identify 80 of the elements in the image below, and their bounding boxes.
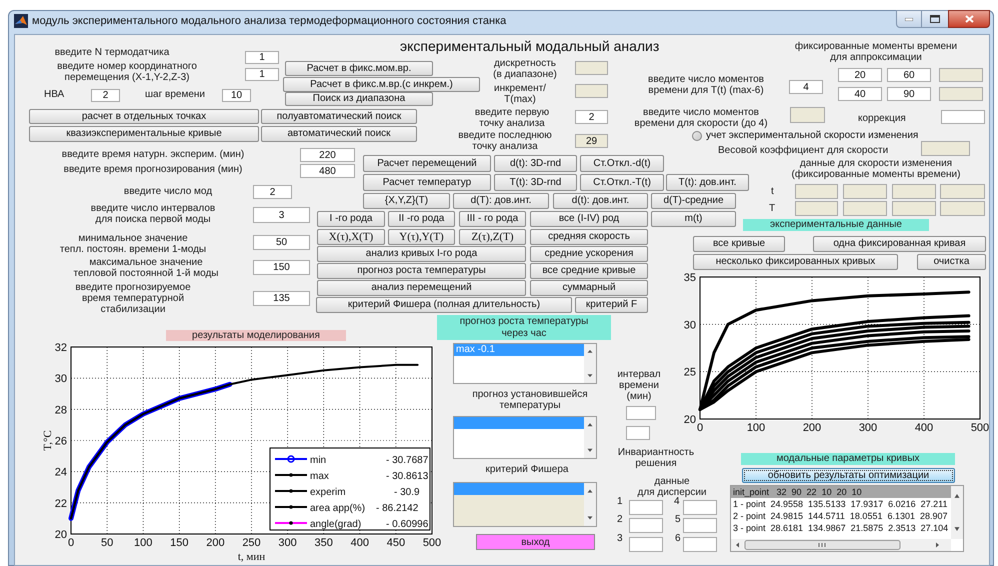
legend-value: - 86.2142	[376, 503, 418, 514]
tick-label: 30	[684, 319, 696, 332]
section-header: экспериментальные данные	[743, 219, 929, 231]
field-label: введите число мод	[122, 186, 214, 197]
tick-label: 50	[100, 537, 114, 549]
field-label: фиксированные моменты времени для аппроксимации	[794, 41, 958, 63]
window-title: модуль экспериментального модального анализа термодеформационного состояния станка	[32, 15, 506, 28]
legend-label: experim	[310, 487, 346, 498]
tick-label: 22	[54, 498, 67, 510]
tick-label: 400	[914, 422, 934, 434]
field-label: введите время прогнозирования (мин)	[62, 164, 244, 175]
tick-label: 500	[422, 537, 442, 549]
section-header: модальные параметры кривых	[741, 453, 955, 465]
legend-value: - 30.7687	[386, 455, 428, 466]
field-label: коррекция	[858, 113, 906, 124]
tick-label: 25	[684, 366, 696, 379]
legend-label: angle(grad)	[310, 519, 362, 530]
radio-label: учет экспериментальной скорости изменения	[706, 130, 918, 142]
tick-label: 24	[54, 466, 67, 479]
field-label: максимальное значение тепловой постоянной 1-й моды	[72, 257, 220, 279]
axis-label: t, мин	[238, 551, 266, 563]
field-label: 6	[675, 533, 681, 544]
tick-label: 250	[242, 537, 261, 549]
tick-label: 150	[170, 537, 188, 549]
section-header: результаты моделирования	[166, 330, 346, 341]
field-label: шаг времени	[145, 89, 205, 100]
legend-value: - 0.60996	[386, 519, 428, 530]
tick-label: 300	[278, 537, 297, 549]
tick-label: 300	[858, 422, 878, 434]
tick-label: 30	[54, 373, 67, 386]
field-label: данные для скорости изменения (фиксированные моменты времени)	[790, 158, 962, 180]
tick-label: 200	[206, 537, 225, 549]
tick-label: 0	[68, 537, 74, 549]
field-label: введите число моментов времени для скорости (до 4)	[633, 107, 769, 129]
field-label: 1	[617, 496, 623, 507]
tick-label: 20	[54, 529, 67, 541]
field-label: 2	[617, 514, 623, 525]
field-label: дискретность (в диапазоне)	[492, 58, 558, 80]
field-label: t	[771, 186, 774, 197]
field-label: Весовой коэффициент для скорости	[718, 145, 888, 156]
field-label: введите число моментов времени для T(t) (max-6)	[647, 74, 765, 96]
tick-label: 32	[54, 342, 67, 354]
field-label: 4	[674, 496, 680, 507]
legend-label: min	[310, 455, 326, 466]
legend-label: max	[310, 471, 329, 482]
field-label: прогноз установившейся температуры	[471, 389, 589, 411]
field-label: введите число интервалов для поиска первой моды	[90, 203, 216, 225]
tick-label: 200	[802, 422, 822, 434]
tick-label: 20	[684, 414, 696, 426]
field-label: данные для дисперсии	[636, 476, 708, 498]
tick-label: 100	[134, 537, 152, 549]
field-label: введите первую точку анализа	[474, 107, 550, 129]
field-label: Инвариантность решения	[616, 447, 696, 469]
tick-label: 35	[684, 272, 696, 284]
field-label: критерий Фишера	[484, 464, 570, 475]
legend-label: area app(%)	[310, 503, 366, 514]
axis-label: T,°C	[42, 430, 54, 451]
section-header: прогноз роста температуры через час	[437, 315, 611, 340]
field-label: введите время натурн. эксперим. (мин)	[60, 149, 246, 160]
tick-label: 400	[350, 537, 369, 549]
tick-label: 500	[970, 422, 990, 434]
legend-value: - 30.9	[394, 487, 420, 498]
tick-label: 100	[746, 422, 766, 434]
panel-heading: экспериментальный модальный анализ	[400, 38, 660, 54]
field-label: 3	[617, 533, 623, 544]
tick-label: 350	[314, 537, 333, 549]
legend-value: - 30.8613	[386, 471, 428, 482]
tick-label: 26	[54, 436, 67, 448]
field-label: T	[769, 203, 776, 214]
field-label: введите прогнозируемое время температурной стабилизации	[74, 282, 192, 315]
field-label: НВА	[44, 89, 64, 100]
field-label: 5	[675, 514, 681, 525]
field-label: интервал времени (мин)	[616, 369, 662, 402]
field-label: введите N термодатчика	[54, 47, 170, 58]
field-label: введите последнюю точку анализа	[457, 130, 553, 152]
field-label: инкремент/ T(max)	[493, 83, 547, 105]
tick-label: 0	[696, 422, 704, 434]
field-label: введите номер координатного перемещения (X-1,Y-2,Z-3)	[56, 61, 198, 83]
tick-label: 450	[386, 537, 406, 549]
tick-label: 28	[54, 404, 67, 416]
